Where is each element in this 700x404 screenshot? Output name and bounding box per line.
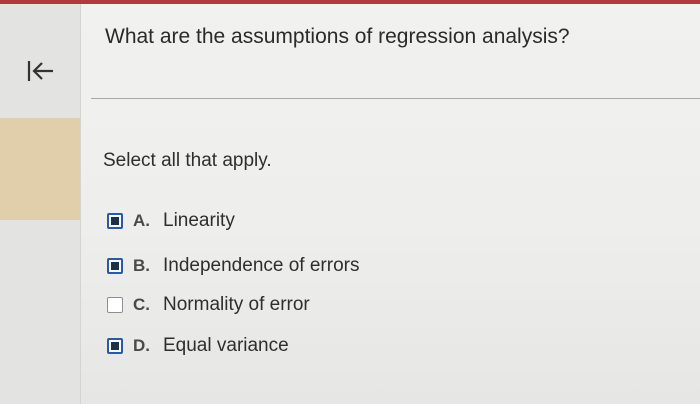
option-letter: D. <box>133 336 150 355</box>
checkbox-b[interactable] <box>107 258 123 274</box>
option-label: Independence of errors <box>163 255 360 276</box>
option-a[interactable]: A. Linearity <box>107 206 235 236</box>
option-d[interactable]: D. Equal variance <box>107 331 289 361</box>
back-to-start-arrow-icon <box>27 61 53 81</box>
question-text: What are the assumptions of regression a… <box>105 25 570 48</box>
question-panel: What are the assumptions of regression a… <box>81 4 700 404</box>
option-label: Normality of error <box>163 294 310 315</box>
checkbox-d[interactable] <box>107 338 123 354</box>
back-button[interactable] <box>24 54 58 88</box>
instruction-text: Select all that apply. <box>103 150 272 171</box>
option-b[interactable]: B. Independence of errors <box>107 251 359 281</box>
option-label: Linearity <box>163 210 235 231</box>
option-c[interactable]: C. Normality of error <box>107 290 310 320</box>
option-letter: A. <box>133 211 150 230</box>
sidebar <box>0 4 81 404</box>
checkbox-c[interactable] <box>107 297 123 313</box>
option-label: Equal variance <box>163 335 289 356</box>
sidebar-current-question-marker <box>0 118 80 220</box>
option-letter: C. <box>133 295 150 314</box>
divider <box>91 98 700 99</box>
checkbox-a[interactable] <box>107 213 123 229</box>
option-letter: B. <box>133 256 150 275</box>
